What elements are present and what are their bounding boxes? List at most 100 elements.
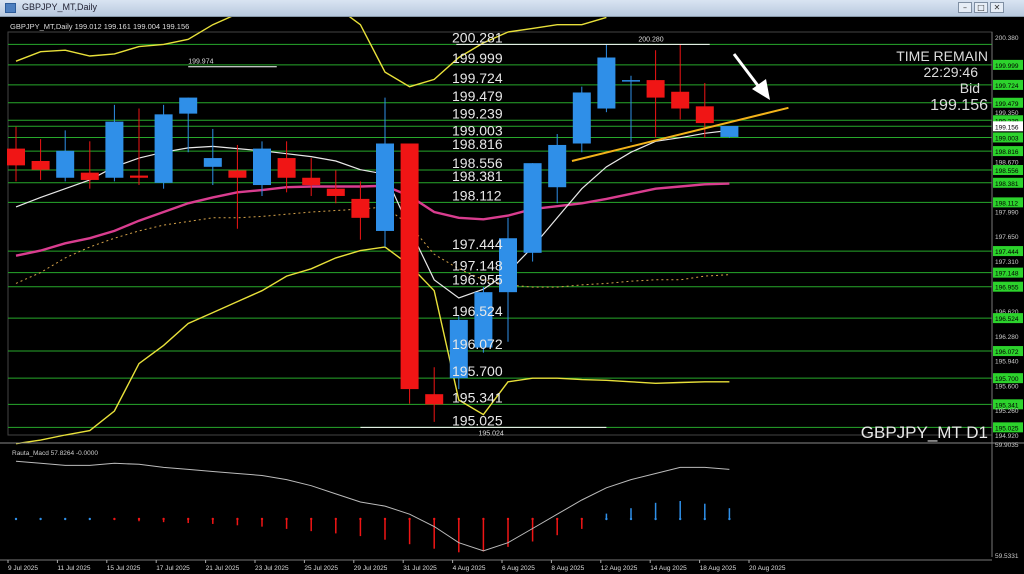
level-label: 200.281 <box>452 29 503 45</box>
macd-signal-dot <box>113 517 116 521</box>
candle <box>548 144 567 188</box>
close-button[interactable]: ✕ <box>990 2 1004 13</box>
maximize-button[interactable]: □ <box>974 2 988 13</box>
candle <box>425 394 444 405</box>
price-tick: 194.920 <box>995 433 1019 440</box>
date-label: 25 Jul 2025 <box>304 565 338 572</box>
date-label: 6 Aug 2025 <box>502 565 535 572</box>
macd-signal-dot <box>531 517 534 521</box>
price-tick: 195.025 <box>995 425 1019 432</box>
date-label: 8 Aug 2025 <box>551 565 584 572</box>
macd-signal-dot <box>728 517 731 521</box>
level-label: 195.025 <box>452 412 503 428</box>
level-label: 199.479 <box>452 88 503 104</box>
macd-signal-dot <box>187 517 190 521</box>
macd-signal-dot <box>679 517 682 521</box>
price-tick: 197.310 <box>995 259 1019 266</box>
level-label: 198.112 <box>452 187 502 203</box>
bid-label: Bid <box>960 80 980 96</box>
date-label: 14 Aug 2025 <box>650 565 687 572</box>
candle <box>31 160 50 170</box>
title-bar: GBPJPY_MT,Daily – □ ✕ <box>0 0 1024 17</box>
price-annotation: 199.974 <box>188 59 213 66</box>
candle <box>56 150 75 178</box>
macd-signal-dot <box>383 517 387 521</box>
candle <box>720 126 739 137</box>
price-tick: 197.444 <box>995 249 1019 256</box>
level-label: 196.524 <box>452 303 503 319</box>
macd-signal-dot <box>703 517 706 521</box>
candle <box>105 121 124 178</box>
macd-signal-dot <box>433 517 436 521</box>
macd-signal-dot <box>63 517 67 521</box>
price-tick: 197.148 <box>995 271 1019 278</box>
level-label: 195.700 <box>452 363 503 379</box>
level-label: 198.816 <box>452 136 503 152</box>
date-label: 31 Jul 2025 <box>403 565 437 572</box>
candle <box>695 106 714 124</box>
macd-signal-dot <box>506 517 510 521</box>
date-label: 12 Aug 2025 <box>601 565 638 572</box>
macd-signal-dot <box>359 517 362 521</box>
price-tick: 199.479 <box>995 101 1019 108</box>
price-tick: 198.816 <box>995 149 1019 156</box>
macd-signal-dot <box>14 517 18 521</box>
level-label: 199.999 <box>452 50 503 66</box>
macd-signal-dot <box>88 517 92 521</box>
date-label: 11 Jul 2025 <box>57 565 91 572</box>
time-remain-label: TIME REMAIN <box>896 48 988 64</box>
candle <box>572 92 591 144</box>
candle <box>277 158 296 178</box>
price-chart[interactable]: 199.974 200.280 195.024 200.281 199.999 199.… <box>0 17 1024 574</box>
candle <box>400 143 419 390</box>
level-label: 196.072 <box>452 336 503 352</box>
price-annotation: 200.280 <box>638 36 663 43</box>
level-label: 197.444 <box>452 236 503 252</box>
price-tick: 195.260 <box>995 408 1019 415</box>
macd-signal-dot <box>137 517 141 521</box>
candle <box>326 188 345 196</box>
date-label: 29 Jul 2025 <box>354 565 388 572</box>
minimize-button[interactable]: – <box>958 2 972 13</box>
date-label: 17 Jul 2025 <box>156 565 190 572</box>
candle <box>523 163 542 253</box>
candle <box>80 172 99 180</box>
date-label: 21 Jul 2025 <box>206 565 240 572</box>
window-title: GBPJPY_MT,Daily <box>22 2 98 12</box>
price-annotation: 195.024 <box>478 430 503 437</box>
candle <box>203 158 222 167</box>
macd-signal-dot <box>629 517 633 521</box>
date-label: 23 Jul 2025 <box>255 565 289 572</box>
date-label: 15 Jul 2025 <box>107 565 141 572</box>
price-tick: 199.003 <box>995 135 1019 142</box>
date-label: 4 Aug 2025 <box>453 565 486 572</box>
price-tick: 198.556 <box>995 168 1019 175</box>
candle <box>302 177 321 186</box>
macd-scale-bottom: 59.5331 <box>995 553 1019 560</box>
level-label: 196.955 <box>452 272 503 288</box>
chart-window-icon <box>5 3 16 13</box>
candle <box>597 57 616 109</box>
candle <box>130 175 148 178</box>
candle <box>646 80 665 98</box>
price-tick: 196.072 <box>995 349 1019 356</box>
price-tick: 195.940 <box>995 359 1019 366</box>
candle <box>253 148 271 186</box>
macd-signal-dot <box>260 517 264 521</box>
chart-header: GBPJPY_MT,Daily 199.012 199.161 199.004 … <box>10 22 189 31</box>
price-tick: 196.280 <box>995 334 1019 341</box>
price-tick: 198.381 <box>995 181 1019 188</box>
macd-signal-dot <box>39 517 42 521</box>
chart-window: GBPJPY_MT,Daily – □ ✕ 199.974 200.280 195.… <box>0 0 1024 574</box>
level-label: 199.239 <box>452 105 503 121</box>
price-tick: 198.112 <box>995 200 1018 207</box>
date-label: 9 Jul 2025 <box>8 565 38 572</box>
level-label: 198.381 <box>452 168 503 184</box>
macd-signal-dot <box>236 517 239 521</box>
macd-signal-dot <box>211 517 214 521</box>
candle <box>671 91 690 109</box>
candle <box>7 148 25 166</box>
price-tick: 196.955 <box>995 285 1019 292</box>
price-tick: 199.999 <box>995 63 1019 70</box>
candle <box>376 143 394 231</box>
